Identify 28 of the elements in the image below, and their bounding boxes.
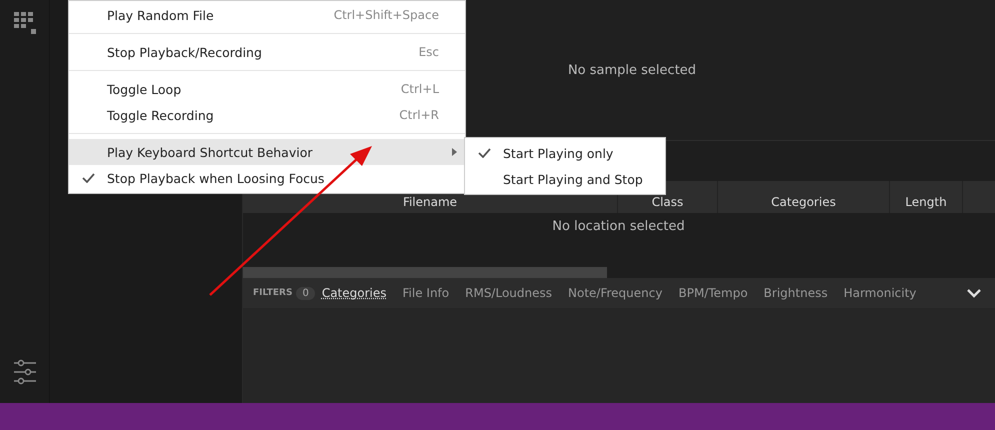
filter-tab[interactable]: RMS/Loudness — [465, 286, 552, 300]
shortcut-text: Ctrl+Shift+Space — [334, 8, 439, 22]
empty-message: No location selected — [552, 219, 685, 236]
menu-item[interactable]: Play Random File Ctrl+Shift+Space — [69, 2, 465, 34]
count-badge: 0 — [296, 286, 315, 300]
scrollbar[interactable] — [243, 267, 607, 278]
column-header[interactable]: Categories — [718, 181, 890, 213]
shortcut-text: Ctrl+R — [399, 108, 439, 122]
filters-label: FILTERS — [253, 288, 292, 298]
settings-icon[interactable] — [12, 359, 36, 385]
menu-item[interactable]: Start Playing only — [465, 140, 665, 166]
filter-tab[interactable]: Categories — [322, 286, 387, 300]
filter-tab[interactable]: BPM/Tempo — [678, 286, 748, 300]
filter-tab[interactable]: Brightness — [764, 286, 828, 300]
menu-item[interactable]: Play Keyboard Shortcut Behavior — [69, 139, 465, 165]
menu-item[interactable]: Stop Playback/Recording Esc — [69, 39, 465, 71]
menu-item[interactable]: Toggle Loop Ctrl+L — [69, 76, 465, 102]
shortcut-text: Esc — [418, 45, 439, 59]
column-header[interactable]: Length — [890, 181, 963, 213]
chevron-down-icon[interactable] — [967, 288, 981, 298]
submenu-arrow-icon — [452, 148, 457, 156]
filter-tab[interactable]: Note/Frequency — [568, 286, 662, 300]
filter-tab[interactable]: File Info — [402, 286, 450, 300]
shortcut-text: Ctrl+L — [400, 82, 439, 96]
filter-tab[interactable]: Harmonicity — [844, 286, 916, 300]
grid-icon[interactable] — [14, 12, 36, 34]
menu-item[interactable]: Toggle Recording Ctrl+R — [69, 102, 465, 134]
empty-message: No sample selected — [568, 62, 696, 78]
